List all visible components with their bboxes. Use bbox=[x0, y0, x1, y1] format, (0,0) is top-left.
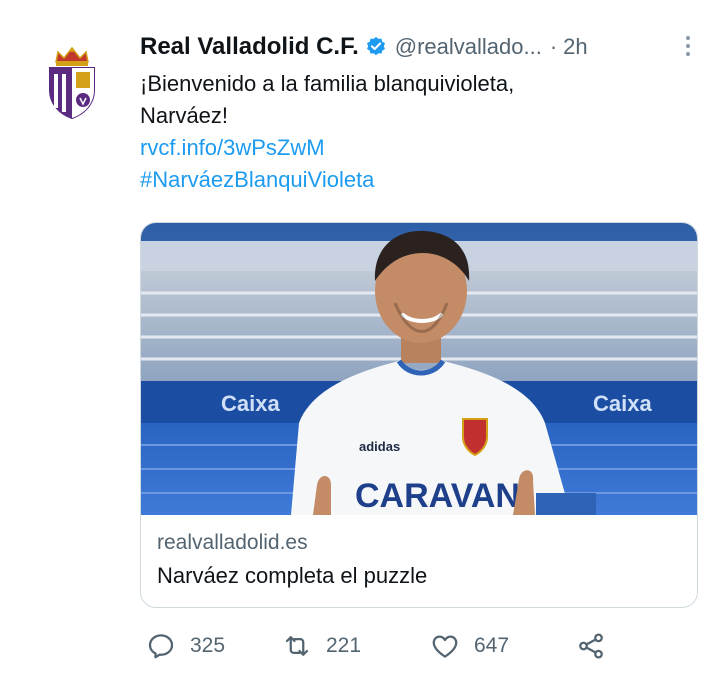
card-title[interactable]: Narváez completa el puzzle bbox=[157, 563, 427, 589]
reply-icon bbox=[148, 634, 174, 659]
verified-badge-icon bbox=[365, 36, 387, 58]
like-count: 647 bbox=[474, 634, 510, 657]
tweet-text-line: Narváez! bbox=[140, 103, 229, 128]
card-image[interactable]: Caixa Caixa adidas CARAVAN bbox=[141, 223, 697, 515]
tweet-link[interactable]: rvcf.info/3wPsZwM bbox=[140, 132, 700, 164]
club-crest-icon bbox=[49, 46, 95, 120]
tweet-header: Real Valladolid C.F. @realvallado... · 2… bbox=[140, 30, 700, 64]
author-handle[interactable]: @realvallado... bbox=[395, 34, 542, 60]
share-button[interactable] bbox=[576, 626, 606, 666]
banner-text-left: Caixa bbox=[221, 391, 280, 416]
separator-dot: · bbox=[549, 34, 558, 59]
tweet[interactable]: Real Valladolid C.F. @realvallado... · 2… bbox=[0, 0, 720, 680]
reply-count: 325 bbox=[190, 634, 226, 657]
author-name[interactable]: Real Valladolid C.F. bbox=[140, 33, 359, 61]
tweet-text-line: ¡Bienvenido a la familia blanquivioleta, bbox=[140, 71, 515, 96]
retweet-count: 221 bbox=[326, 634, 362, 657]
hashtag-link[interactable]: #NarváezBlanquiVioleta bbox=[140, 164, 700, 196]
jersey-brand-text: adidas bbox=[359, 439, 400, 454]
tweet-text: ¡Bienvenido a la familia blanquivioleta,… bbox=[140, 68, 700, 196]
card-domain[interactable]: realvalladolid.es bbox=[157, 531, 308, 555]
reply-button[interactable]: 325 bbox=[146, 626, 225, 666]
banner-text-right: Caixa bbox=[593, 391, 652, 416]
like-button[interactable]: 647 bbox=[430, 626, 509, 666]
retweet-button[interactable]: 221 bbox=[282, 626, 361, 666]
timestamp[interactable]: 2h bbox=[563, 34, 587, 60]
avatar[interactable] bbox=[44, 44, 100, 120]
action-bar: 325 221 647 bbox=[140, 626, 620, 666]
share-icon bbox=[579, 633, 603, 659]
retweet-icon bbox=[285, 636, 309, 656]
link-preview-card[interactable]: Caixa Caixa adidas CARAVAN realvalladoli… bbox=[140, 222, 698, 608]
jersey-sponsor-text: CARAVAN bbox=[355, 477, 520, 515]
more-options-icon[interactable] bbox=[680, 32, 696, 60]
heart-icon bbox=[432, 635, 458, 658]
